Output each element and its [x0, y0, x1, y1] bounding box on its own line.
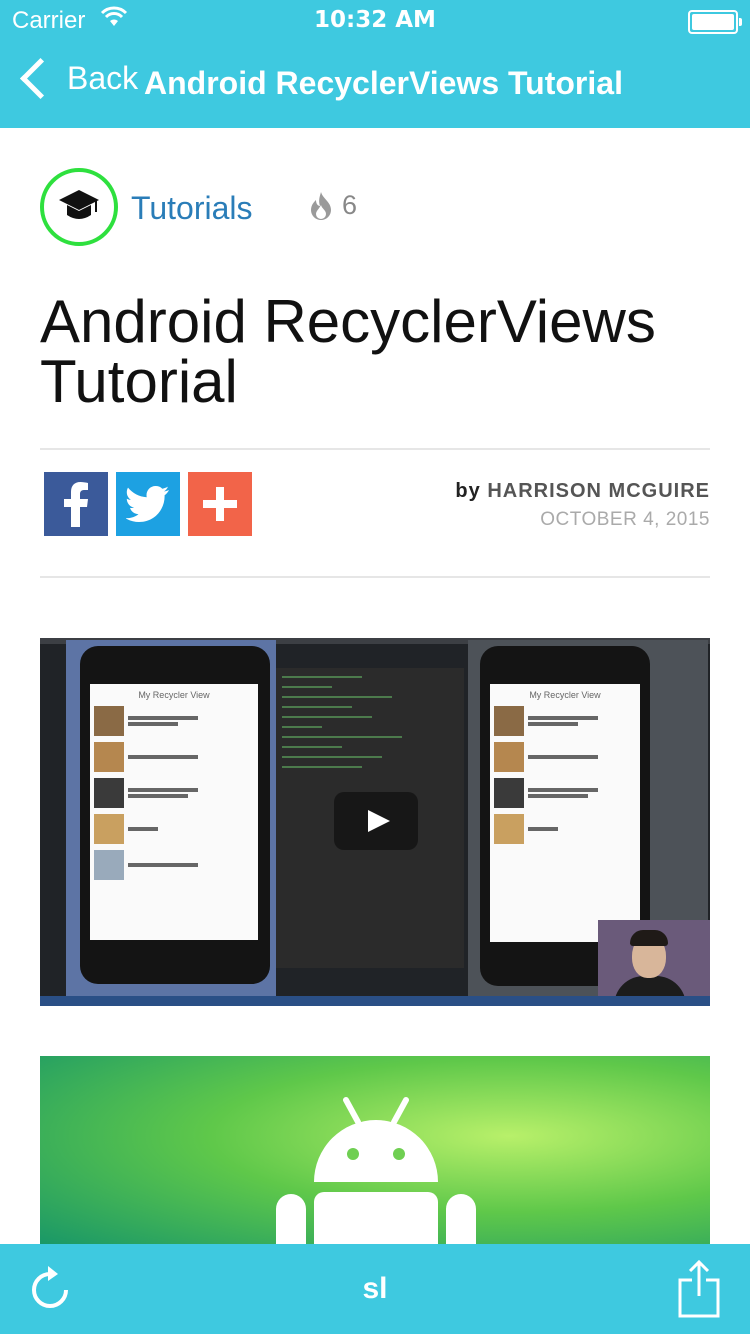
- list-item: [494, 706, 636, 736]
- share-buttons: [44, 472, 252, 536]
- play-button[interactable]: [334, 792, 418, 850]
- by-prefix: by: [455, 480, 481, 502]
- webcam-overlay: [598, 920, 710, 1006]
- android-banner-image: [40, 1056, 710, 1256]
- divider: [40, 576, 710, 578]
- screen-title: My Recycler View: [138, 690, 210, 700]
- phone-mockup: My Recycler View: [80, 646, 270, 984]
- phone-screen: My Recycler View: [490, 684, 640, 942]
- back-label: Back: [67, 60, 139, 96]
- list-item: [94, 742, 254, 772]
- list-item: [94, 706, 254, 736]
- fire-icon: [311, 191, 331, 220]
- back-button[interactable]: Back: [14, 57, 139, 100]
- video-frame-panel: My Recycler View: [66, 640, 276, 996]
- share-icon: [678, 1259, 720, 1318]
- video-player[interactable]: My Recycler View My Recycler View: [40, 638, 710, 1006]
- status-bar: Carrier 10:32 AM: [0, 0, 750, 40]
- twitter-share-button[interactable]: [116, 472, 180, 536]
- top-bar: Carrier 10:32 AM Back Android RecyclerVi…: [0, 0, 750, 128]
- category-avatar[interactable]: [40, 168, 118, 246]
- battery-icon: [688, 10, 742, 34]
- navigation-bar: Back Android RecyclerViews Tutorial: [0, 56, 750, 114]
- list-item: [94, 814, 254, 844]
- article-title: Android RecyclerViews Tutorial: [40, 288, 656, 415]
- more-share-button[interactable]: [188, 472, 252, 536]
- android-robot-icon: [276, 1097, 476, 1256]
- list-item: [94, 850, 254, 880]
- share-button[interactable]: [678, 1259, 720, 1323]
- category-link[interactable]: Tutorials: [131, 190, 253, 227]
- bottom-center-label: sl: [362, 1272, 388, 1305]
- nav-title: Android RecyclerViews Tutorial: [144, 65, 623, 101]
- plus-icon: [203, 487, 237, 521]
- list-item: [494, 778, 636, 808]
- author-name[interactable]: HARRISON MCGUIRE: [487, 480, 710, 502]
- graduation-cap-icon: [59, 190, 99, 219]
- screen-title: My Recycler View: [529, 690, 601, 700]
- list-item: [494, 742, 636, 772]
- facebook-icon: [64, 482, 88, 527]
- twitter-icon: [126, 486, 169, 522]
- video-frame-taskbar: [40, 996, 710, 1006]
- category-row: Tutorials 6: [40, 168, 710, 246]
- bottom-toolbar: sl: [0, 1244, 750, 1334]
- divider: [40, 448, 710, 450]
- facebook-share-button[interactable]: [44, 472, 108, 536]
- popularity-indicator: 6: [308, 190, 357, 221]
- byline: by HARRISON MCGUIRE OCTOBER 4, 2015: [455, 480, 710, 531]
- phone-screen: My Recycler View: [90, 684, 258, 940]
- publish-date: OCTOBER 4, 2015: [540, 509, 710, 530]
- popularity-count: 6: [342, 190, 358, 220]
- author-line: by HARRISON MCGUIRE: [455, 480, 710, 503]
- status-time: 10:32 AM: [314, 7, 436, 33]
- chevron-left-icon: [19, 57, 62, 100]
- list-item: [494, 814, 636, 844]
- list-item: [94, 778, 254, 808]
